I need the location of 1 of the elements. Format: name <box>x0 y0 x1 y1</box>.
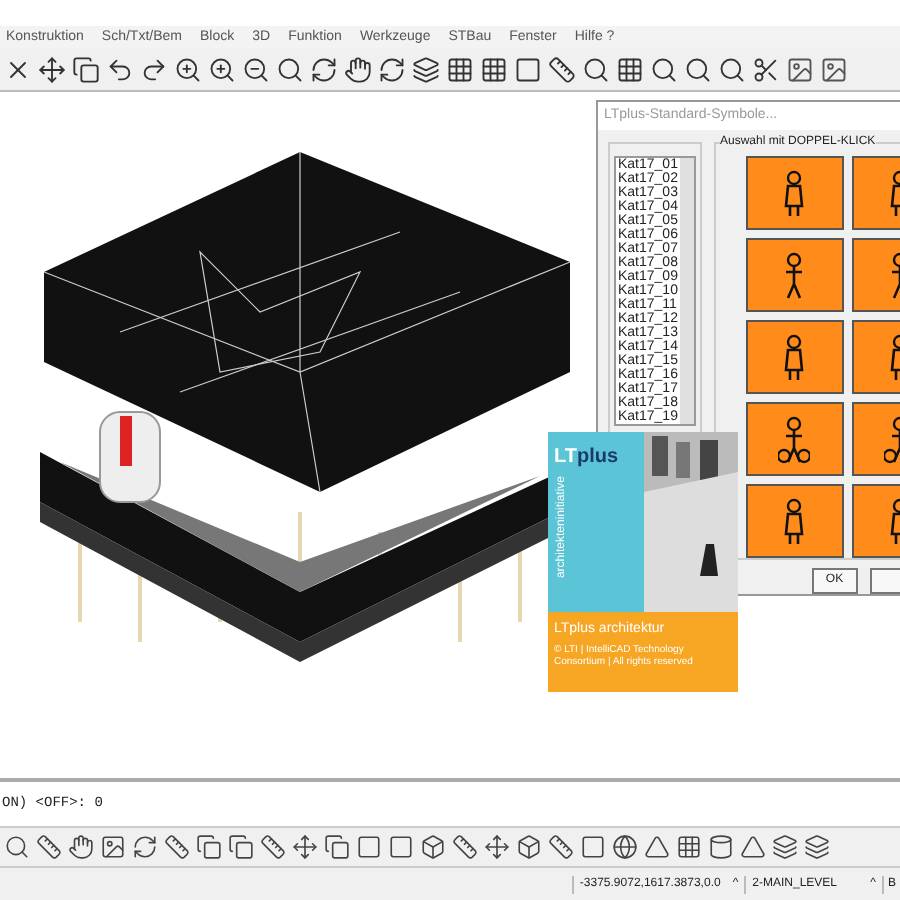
logo: LTplus <box>554 444 621 472</box>
